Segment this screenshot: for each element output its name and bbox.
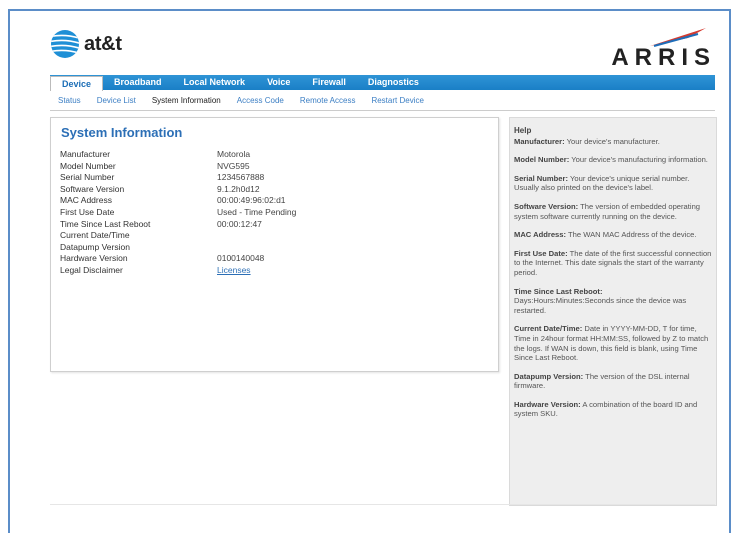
info-value: NVG595 (217, 160, 250, 171)
info-value: 9.1.2h0d12 (217, 183, 260, 194)
licenses-link[interactable]: Licenses (217, 265, 251, 275)
info-row-serial-number: Serial Number 1234567888 (60, 172, 296, 184)
help-item-current-date-time: Current Date/Time: Date in YYYY-MM-DD, T… (514, 324, 714, 362)
help-text: Your device's manufacturing information. (569, 155, 708, 165)
info-label: Hardware Version (60, 253, 128, 264)
help-term: Current Date/Time: (514, 324, 583, 334)
info-label: Software Version (60, 183, 125, 194)
info-row-time-since-last-reboot: Time Since Last Reboot 00:00:12:47 (60, 219, 296, 231)
info-label: Legal Disclaimer (60, 264, 123, 275)
info-row-software-version: Software Version 9.1.2h0d12 (60, 184, 296, 196)
subtab-system-information[interactable]: System Information (144, 96, 229, 105)
info-row-manufacturer: Manufacturer Motorola (60, 149, 296, 161)
header: at&t ARRIS (38, 20, 728, 75)
main-tabs: Device Broadband Local Network Voice Fir… (50, 75, 715, 91)
help-term: Time Since Last Reboot: (514, 286, 603, 296)
info-row-current-date-time: Current Date/Time (60, 230, 296, 242)
help-text: The WAN MAC Address of the device. (566, 230, 697, 240)
help-term: Model Number: (514, 155, 570, 165)
att-logo[interactable]: at&t (50, 28, 122, 60)
info-row-model-number: Model Number NVG595 (60, 161, 296, 173)
help-item-software-version: Software Version: The version of embedde… (514, 202, 714, 221)
system-information-panel: System Information Manufacturer Motorola… (50, 117, 499, 372)
tab-firewall[interactable]: Firewall (301, 75, 357, 90)
help-item-manufacturer: Manufacturer: Your device's manufacturer… (514, 137, 714, 147)
help-term: First Use Date: (514, 248, 568, 258)
info-value: 0100140048 (217, 253, 265, 264)
info-row-datapump-version: Datapump Version (60, 242, 296, 254)
info-value: Licenses (217, 265, 251, 277)
tab-local-network[interactable]: Local Network (173, 75, 257, 90)
info-value: Motorola (217, 149, 251, 159)
att-wordmark: at&t (84, 32, 122, 55)
help-title: Help (514, 126, 532, 135)
help-panel: Help Manufacturer: Your device's manufac… (509, 117, 717, 506)
info-row-mac-address: MAC Address 00:00:49:96:02:d1 (60, 195, 296, 207)
help-item-hardware-version: Hardware Version: A combination of the b… (514, 400, 714, 419)
help-item-serial-number: Serial Number: Your device's unique seri… (514, 174, 714, 193)
subtab-device-list[interactable]: Device List (89, 96, 144, 105)
footer-divider (50, 504, 715, 505)
arris-logo: ARRIS (581, 26, 716, 72)
sub-navigation: Status Device List System Information Ac… (50, 90, 715, 111)
info-label: Current Date/Time (60, 230, 130, 241)
help-item-mac-address: MAC Address: The WAN MAC Address of the … (514, 230, 714, 240)
info-value: Used - Time Pending (217, 206, 297, 217)
tab-voice[interactable]: Voice (256, 75, 301, 90)
info-table: Manufacturer Motorola Model Number NVG59… (60, 149, 296, 277)
info-value: 1234567888 (217, 172, 265, 183)
subtab-access-code[interactable]: Access Code (229, 96, 292, 105)
info-row-hardware-version: Hardware Version 0100140048 (60, 253, 296, 265)
help-item-first-use-date: First Use Date: The date of the first su… (514, 249, 714, 278)
arris-wordmark: ARRIS (611, 44, 716, 71)
help-content: Help Manufacturer: Your device's manufac… (514, 126, 714, 428)
info-label: Time Since Last Reboot (60, 218, 151, 229)
info-row-legal-disclaimer: Legal Disclaimer Licenses (60, 265, 296, 277)
info-label: Serial Number (60, 172, 115, 183)
subtab-restart-device[interactable]: Restart Device (363, 96, 431, 105)
att-globe-icon (51, 30, 79, 58)
help-item-datapump-version: Datapump Version: The version of the DSL… (514, 372, 714, 391)
help-term: Manufacturer: (514, 136, 565, 146)
help-item-model-number: Model Number: Your device's manufacturin… (514, 155, 714, 165)
help-term: MAC Address: (514, 230, 567, 240)
info-value: 00:00:49:96:02:d1 (217, 195, 286, 206)
tab-diagnostics[interactable]: Diagnostics (357, 75, 430, 90)
tab-broadband[interactable]: Broadband (103, 75, 173, 90)
info-value: 00:00:12:47 (217, 218, 262, 229)
help-term: Datapump Version: (514, 371, 584, 381)
help-text: Your device's manufacturer. (564, 136, 660, 146)
help-item-time-since-last-reboot: Time Since Last Reboot: Days:Hours:Minute… (514, 287, 714, 316)
info-row-first-use-date: First Use Date Used - Time Pending (60, 207, 296, 219)
page-title: System Information (61, 125, 183, 140)
info-label: Model Number (60, 160, 116, 171)
info-label: Datapump Version (60, 241, 130, 252)
tab-device[interactable]: Device (50, 75, 104, 91)
help-text: Days:Hours:Minutes:Seconds since the dev… (514, 296, 687, 315)
help-term: Software Version: (514, 201, 579, 211)
info-label: First Use Date (60, 206, 115, 217)
subtab-remote-access[interactable]: Remote Access (292, 96, 364, 105)
info-label: MAC Address (60, 195, 112, 206)
info-label: Manufacturer (60, 149, 111, 159)
help-term: Hardware Version: (514, 399, 581, 409)
help-term: Serial Number: (514, 173, 569, 183)
subtab-status[interactable]: Status (50, 96, 89, 105)
